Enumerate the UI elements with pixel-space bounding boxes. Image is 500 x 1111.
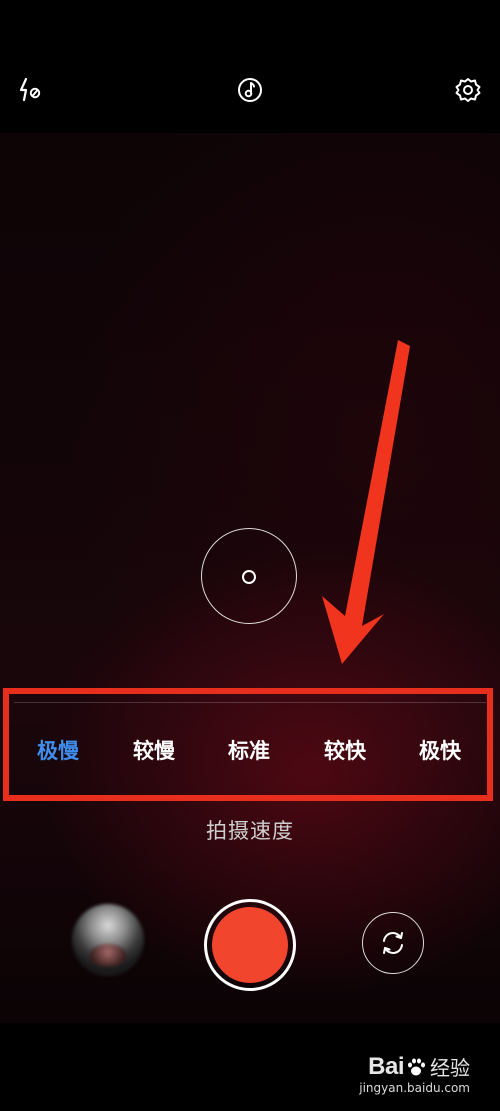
speed-selector-highlight-box xyxy=(3,688,493,801)
focus-point xyxy=(242,570,256,584)
baidu-jingyan-watermark: Bai 经验 xyxy=(368,1052,470,1081)
music-note-icon[interactable] xyxy=(234,74,266,106)
watermark-logo: Bai xyxy=(368,1052,404,1080)
top-toolbar xyxy=(0,0,500,133)
camera-switch-button[interactable] xyxy=(362,912,424,974)
shutter-button-core xyxy=(212,907,288,983)
camera-switch-icon xyxy=(383,932,403,954)
gear-icon[interactable] xyxy=(452,74,484,106)
gallery-thumbnail[interactable] xyxy=(72,904,144,976)
paw-icon xyxy=(408,1058,425,1075)
camera-screen: 极慢 较慢 标准 较快 极快 拍摄速度 Bai 经验 jingyan.baidu… xyxy=(0,0,500,1111)
watermark-suffix: 经验 xyxy=(430,1056,470,1080)
flash-off-icon[interactable] xyxy=(14,74,46,106)
speed-selector-title: 拍摄速度 xyxy=(206,819,294,843)
shutter-button[interactable] xyxy=(204,899,296,991)
watermark-url: jingyan.baidu.com xyxy=(359,1081,470,1095)
